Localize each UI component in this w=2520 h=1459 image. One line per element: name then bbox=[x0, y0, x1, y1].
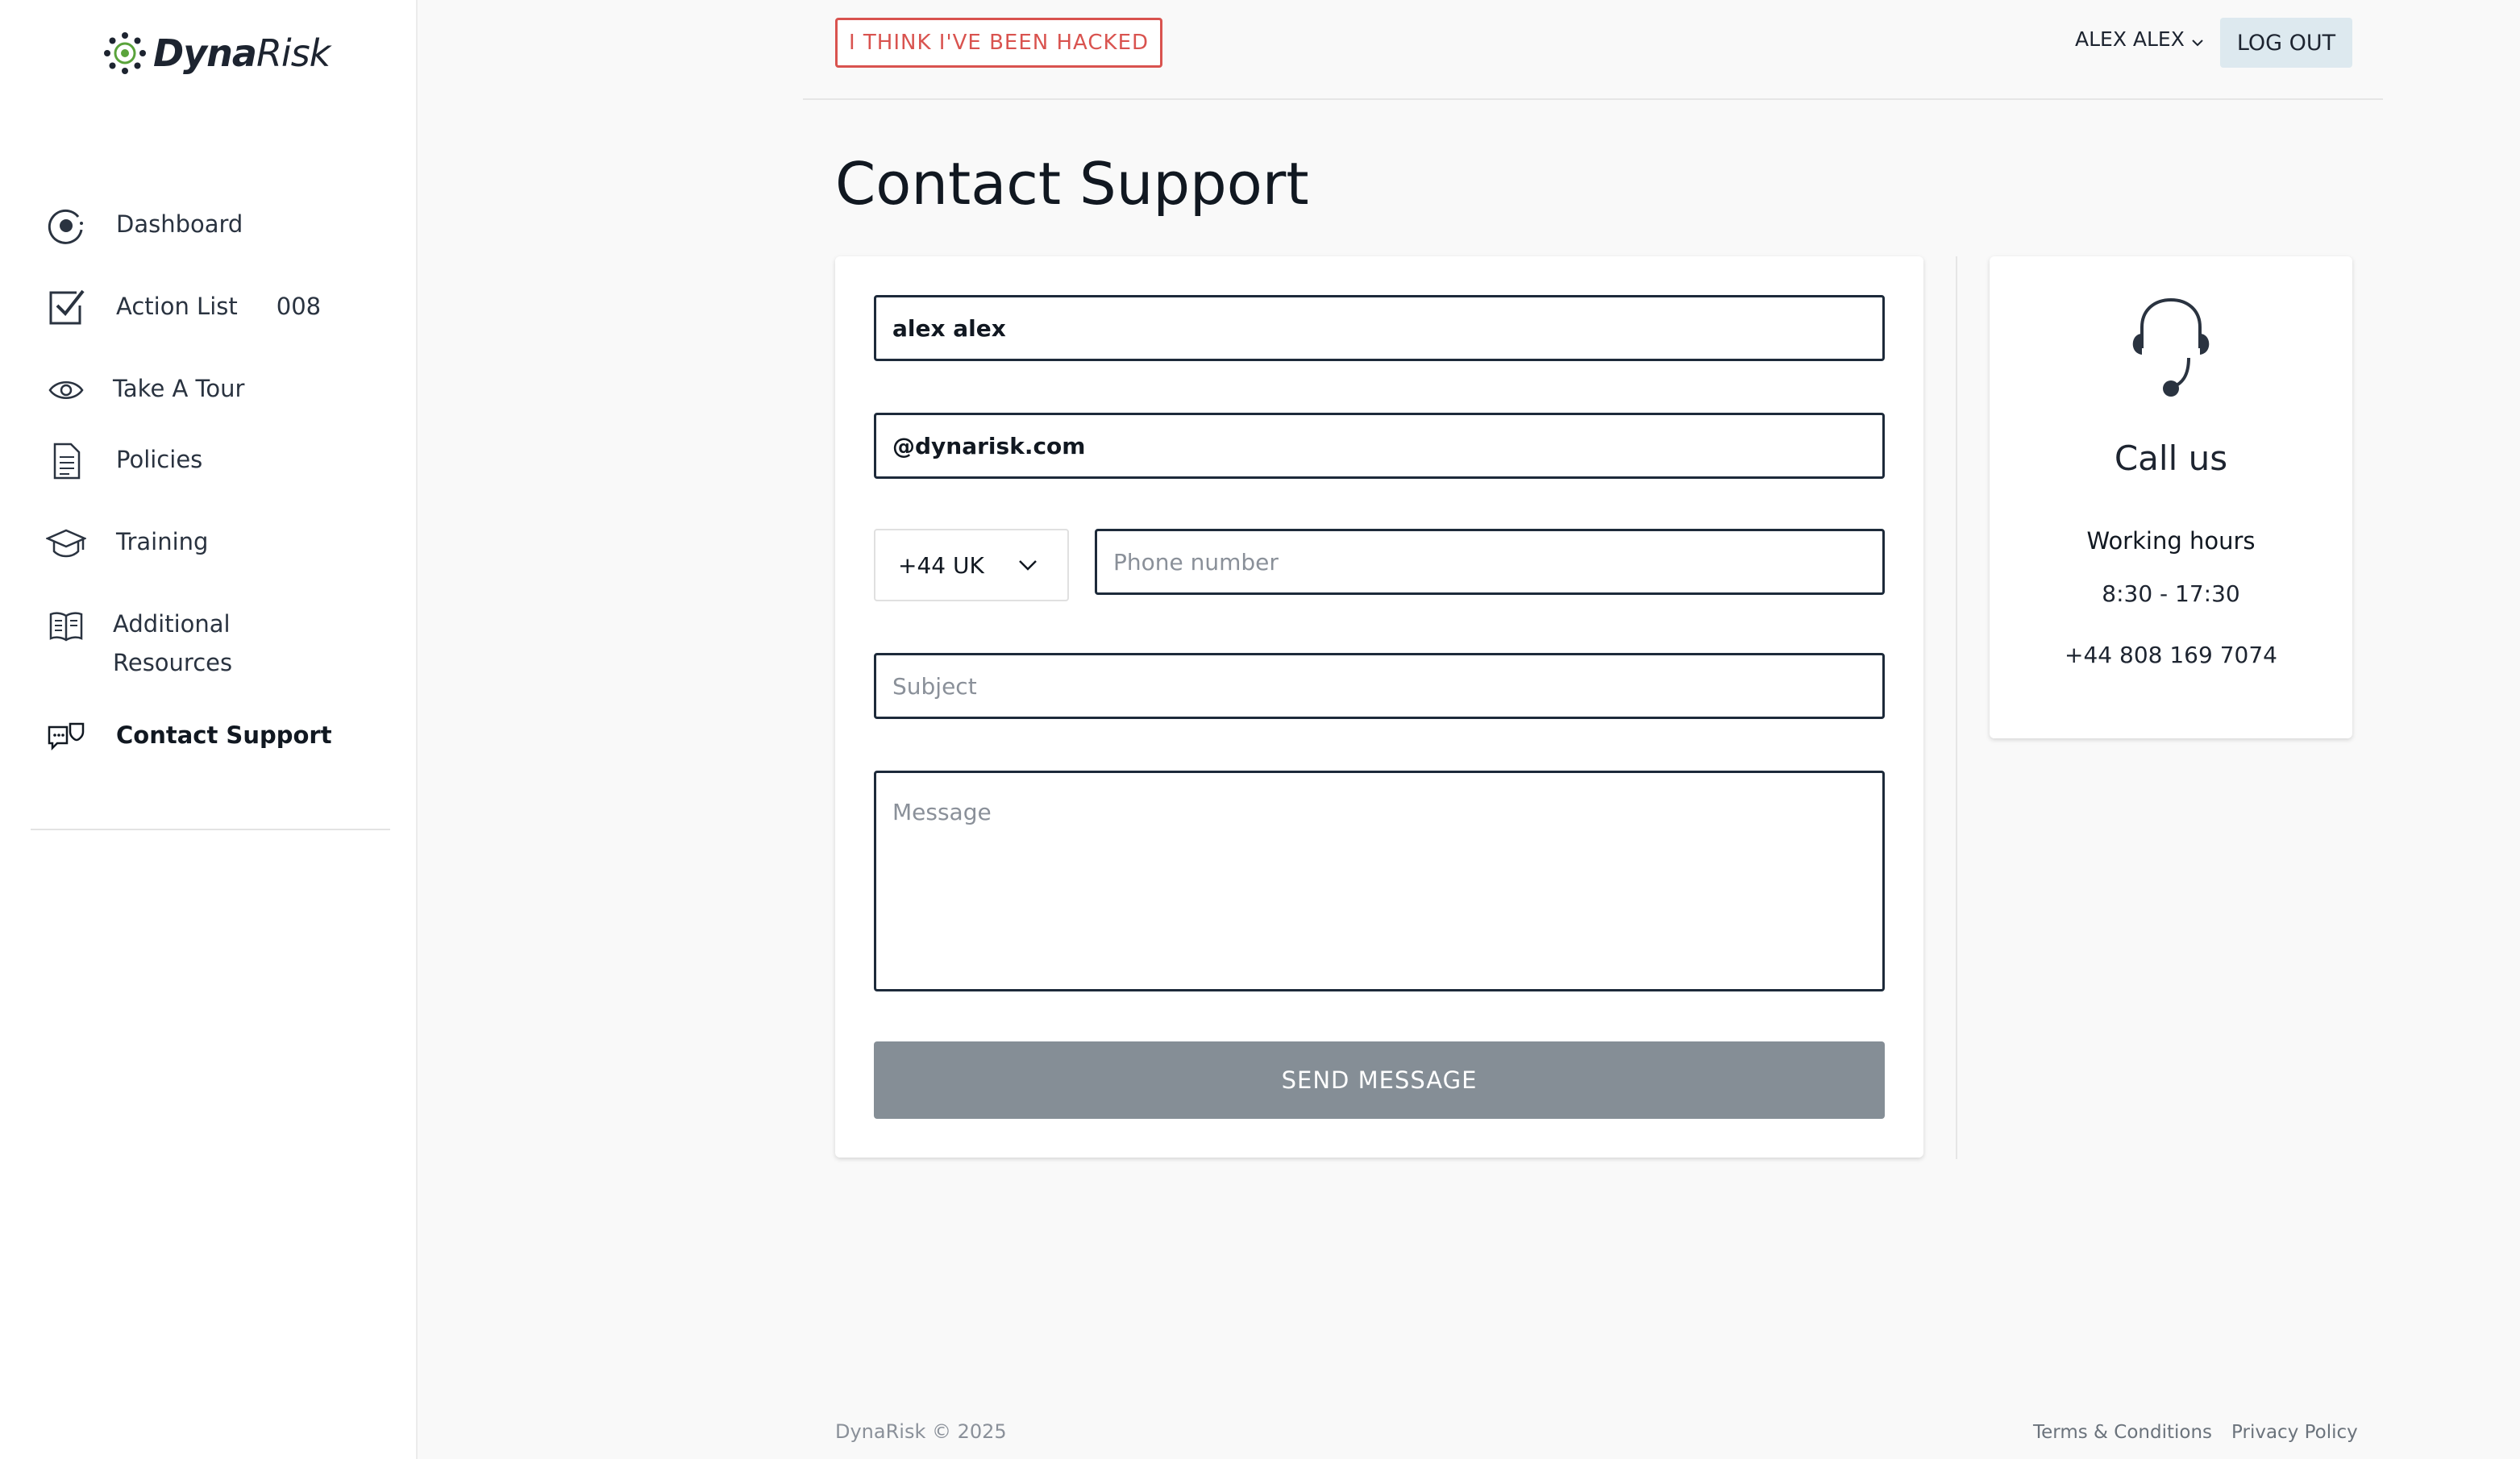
dashboard-icon bbox=[45, 205, 87, 247]
eye-icon bbox=[45, 369, 87, 411]
action-count-badge: 008 bbox=[276, 293, 322, 320]
sidebar-item-dashboard[interactable]: Dashboard bbox=[45, 205, 243, 247]
country-code-value: +44 UK bbox=[898, 551, 984, 579]
page-title: Contact Support bbox=[835, 150, 1309, 218]
sidebar-item-label: Policies bbox=[116, 446, 203, 473]
sidebar-item-policies[interactable]: Policies bbox=[45, 440, 202, 482]
logout-button[interactable]: LOG OUT bbox=[2220, 18, 2352, 68]
logo-mark-icon bbox=[104, 32, 146, 74]
chevron-down-icon bbox=[2192, 39, 2203, 47]
sidebar-item-additional-resources[interactable]: Additional Resources bbox=[45, 605, 232, 682]
sidebar-item-label: Contact Support bbox=[116, 721, 332, 749]
send-message-button[interactable]: SEND MESSAGE bbox=[874, 1041, 1885, 1119]
header-divider bbox=[803, 98, 2383, 100]
chevron-down-icon bbox=[1019, 560, 1037, 571]
terms-link[interactable]: Terms & Conditions bbox=[2033, 1422, 2212, 1443]
graduation-cap-icon bbox=[45, 522, 87, 564]
name-field[interactable] bbox=[874, 295, 1885, 361]
sidebar-item-label: Additional Resources bbox=[113, 610, 233, 676]
sidebar: DynaRisk Dashboard Action List 008 Take … bbox=[0, 0, 418, 1459]
sidebar-item-label: Training bbox=[116, 528, 209, 555]
sidebar-item-contact-support[interactable]: Contact Support bbox=[45, 716, 332, 758]
sidebar-item-label: Dashboard bbox=[116, 210, 243, 238]
user-menu[interactable]: ALEX ALEX bbox=[2075, 24, 2204, 53]
sidebar-item-training[interactable]: Training bbox=[45, 522, 208, 564]
call-us-title: Call us bbox=[2114, 439, 2228, 478]
sidebar-item-label: Action List bbox=[116, 293, 238, 320]
sidebar-item-take-a-tour[interactable]: Take A Tour bbox=[45, 369, 244, 411]
call-us-card: Call us Working hours 8:30 - 17:30 +44 8… bbox=[1990, 256, 2352, 738]
footer-links: Terms & Conditions Privacy Policy bbox=[2033, 1422, 2358, 1443]
sidebar-divider bbox=[31, 829, 390, 830]
country-code-select[interactable]: +44 UK bbox=[874, 529, 1069, 601]
sidebar-item-label: Take A Tour bbox=[113, 375, 245, 402]
contact-form-card: +44 UK SEND MESSAGE bbox=[835, 256, 1923, 1158]
hacked-button[interactable]: I THINK I'VE BEEN HACKED bbox=[835, 18, 1162, 68]
subject-field[interactable] bbox=[874, 653, 1885, 719]
support-chat-icon bbox=[45, 716, 87, 758]
brand-name: DynaRisk bbox=[153, 31, 331, 75]
sidebar-item-action-list[interactable]: Action List 008 bbox=[45, 287, 321, 329]
checklist-icon bbox=[45, 287, 87, 329]
working-hours-label: Working hours bbox=[2086, 527, 2256, 555]
brand-logo[interactable]: DynaRisk bbox=[103, 29, 331, 77]
working-hours-value: 8:30 - 17:30 bbox=[2102, 580, 2240, 607]
message-field[interactable] bbox=[874, 771, 1885, 991]
email-field[interactable] bbox=[874, 413, 1885, 479]
phone-number-field[interactable] bbox=[1095, 529, 1885, 595]
privacy-link[interactable]: Privacy Policy bbox=[2231, 1422, 2358, 1443]
support-phone-number[interactable]: +44 808 169 7074 bbox=[1990, 642, 2352, 668]
user-name: ALEX ALEX bbox=[2075, 27, 2185, 51]
column-divider bbox=[1956, 256, 1957, 1159]
document-icon bbox=[45, 440, 87, 482]
copyright-text: DynaRisk © 2025 bbox=[835, 1420, 1007, 1443]
headset-icon bbox=[2132, 297, 2210, 397]
book-icon bbox=[45, 605, 87, 646]
